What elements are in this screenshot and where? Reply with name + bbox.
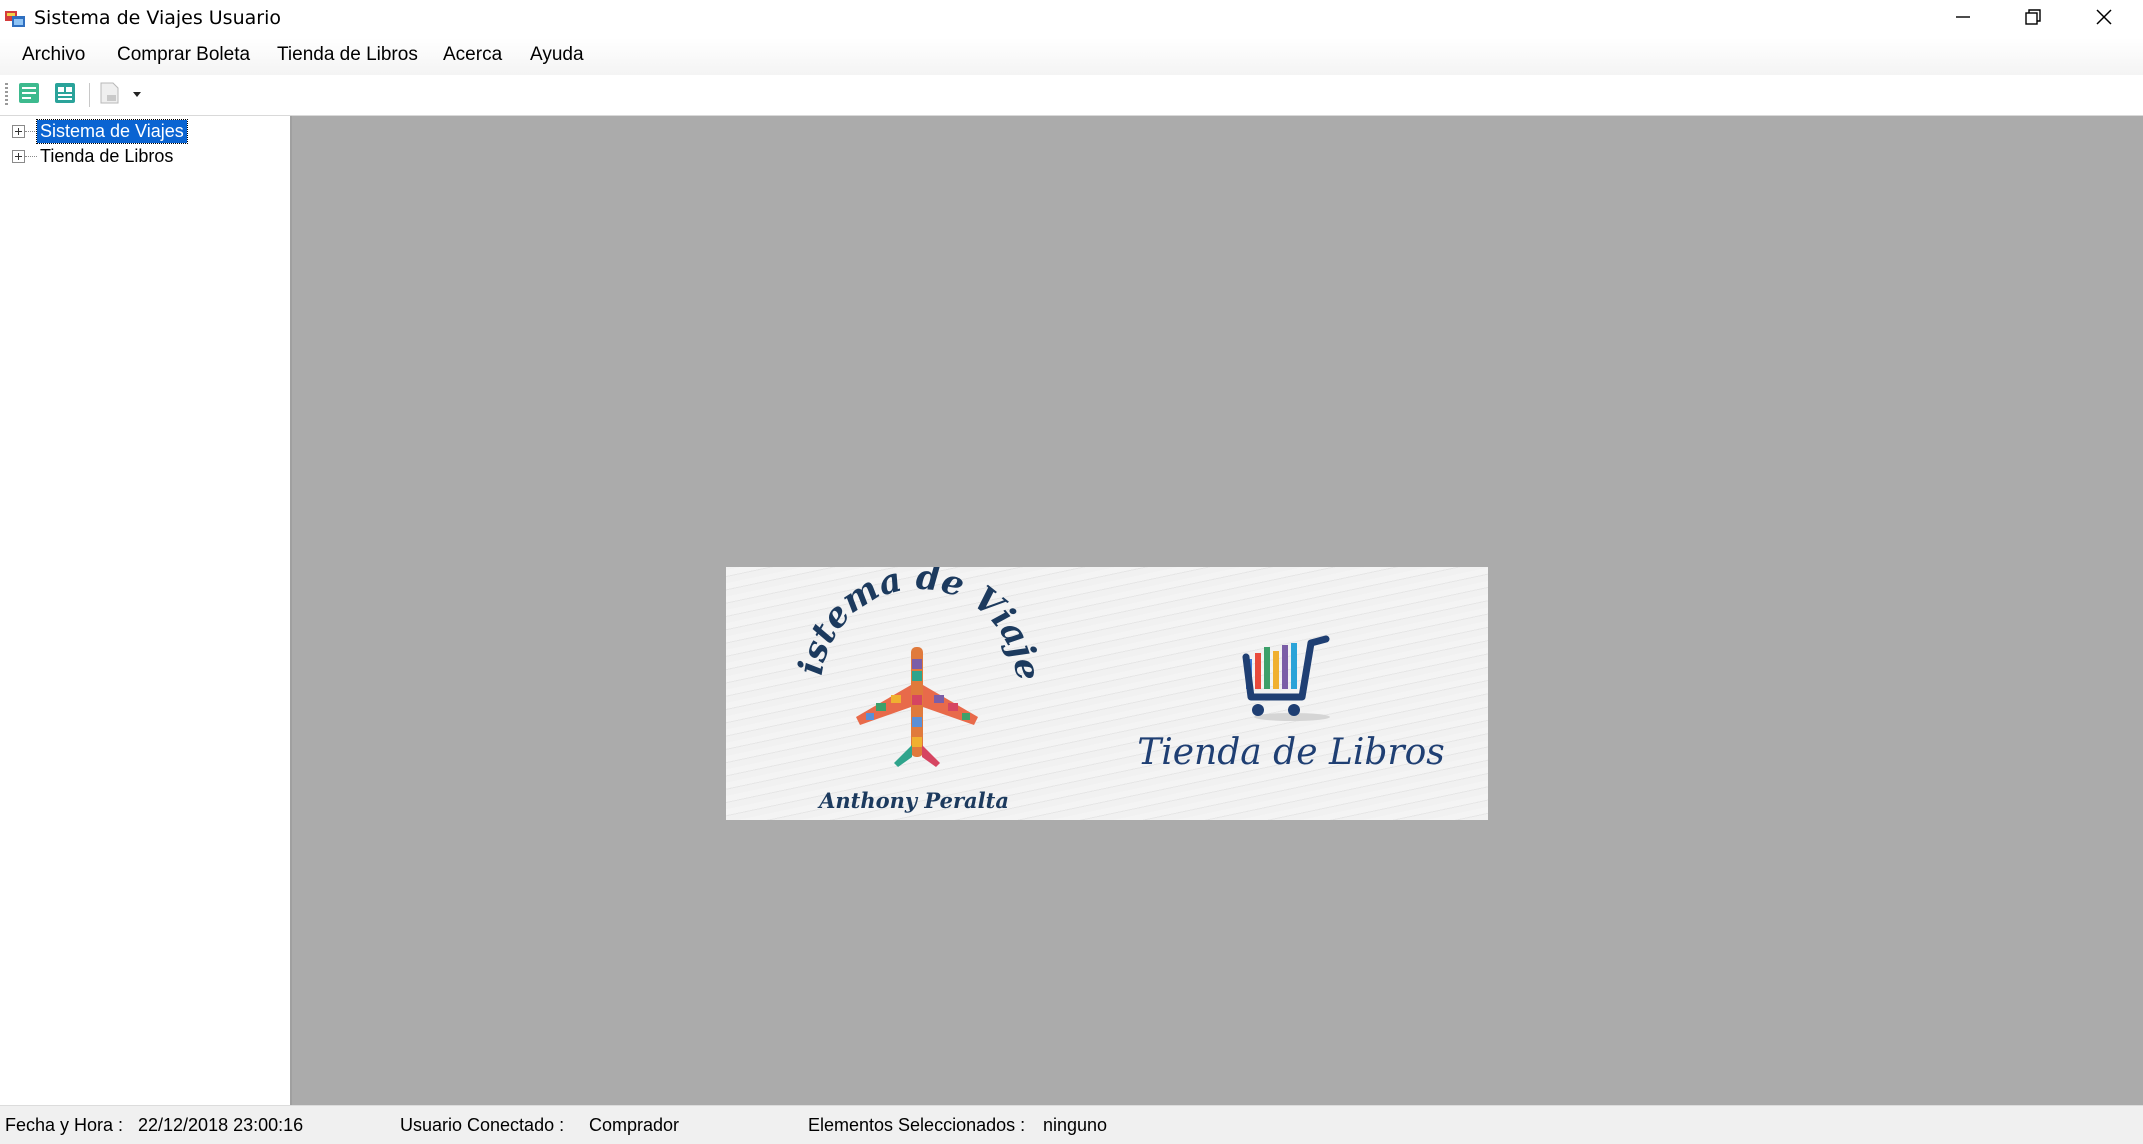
list-teal-icon [53,81,77,109]
menu-ayuda[interactable]: Ayuda [530,44,584,66]
window-title: Sistema de Viajes Usuario [34,7,281,29]
app-icon[interactable] [4,8,26,30]
expand-icon[interactable] [12,124,25,138]
tree-connector [25,130,37,132]
banner-right-title: Tienda de Libros [1137,732,1445,773]
minimize-button[interactable] [1928,0,1998,38]
airplane-icon [856,647,978,767]
document-dropdown-icon [97,81,143,109]
close-icon [2095,8,2113,30]
banner-author: Anthony Peralta [817,788,1009,813]
banner-image: Sistema de Viajes [726,567,1488,820]
expand-icon[interactable] [12,149,25,163]
menu-bar: Archivo Comprar Boleta Tienda de Libros … [0,38,2143,75]
status-bar: Fecha y Hora : 22/12/2018 23:00:16 Usuar… [0,1105,2143,1144]
status-user-value: Comprador [589,1115,680,1135]
shopping-cart-icon [1242,635,1330,721]
status-user-label: Usuario Conectado : [400,1115,565,1135]
status-datetime-label: Fecha y Hora : [5,1115,124,1135]
tree-node-label[interactable]: Sistema de Viajes [36,118,188,144]
toolbar-button-list-green[interactable] [15,81,43,109]
toolbar-separator [89,83,90,107]
close-button[interactable] [2069,0,2139,38]
menu-comprar-boleta[interactable]: Comprar Boleta [117,44,250,66]
menu-archivo[interactable]: Archivo [22,44,85,66]
toolbar-button-list-teal[interactable] [51,81,79,109]
minimize-icon [1955,9,1971,29]
tree-node-tienda-de-libros[interactable]: Tienda de Libros [12,144,176,168]
tree-view[interactable]: Sistema de Viajes Tienda de Libros [0,116,292,1105]
tree-node-label[interactable]: Tienda de Libros [37,145,176,168]
status-selected-label: Elementos Seleccionados : [808,1115,1026,1135]
restore-button[interactable] [1998,0,2068,38]
tree-connector [25,155,37,157]
menu-acerca[interactable]: Acerca [443,44,502,66]
toolbar-dropdown-button[interactable] [95,81,145,109]
banner-arc-text: Sistema de Viajes [726,567,1048,683]
restore-icon [2024,8,2042,30]
mdi-workspace: Sistema de Viajes [292,116,2143,1105]
toolbar-grip[interactable] [5,83,8,107]
title-bar: Sistema de Viajes Usuario [0,0,2143,38]
status-datetime-value: 22/12/2018 23:00:16 [138,1115,304,1135]
menu-tienda-de-libros[interactable]: Tienda de Libros [277,44,418,66]
list-green-icon [17,81,41,109]
toolbar [0,75,2143,116]
tree-node-sistema-de-viajes[interactable]: Sistema de Viajes [12,118,188,144]
status-selected-value: ninguno [1043,1115,1108,1135]
